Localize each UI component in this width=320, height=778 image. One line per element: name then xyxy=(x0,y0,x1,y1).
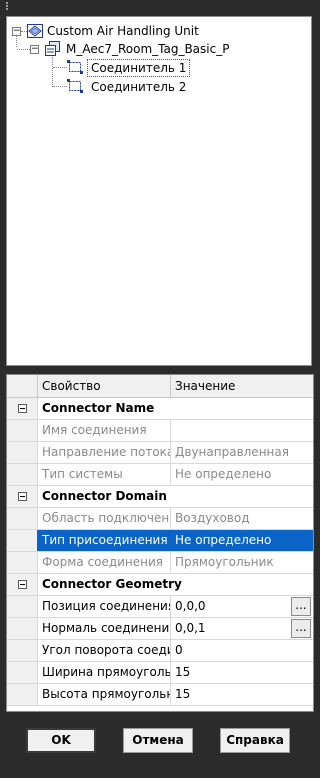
property-row[interactable]: Позиция соединения 0,0,0 ... xyxy=(7,596,313,618)
property-row[interactable]: Область подключения Воздуховод xyxy=(7,508,313,530)
property-row[interactable]: Имя соединения xyxy=(7,420,313,442)
rotation-angle-value[interactable]: 0 xyxy=(171,640,313,661)
collapse-category-icon[interactable] xyxy=(18,404,27,413)
category-connector-name[interactable]: Connector Name xyxy=(7,398,313,420)
property-grid[interactable]: Свойство Значение Connector Name Имя сое… xyxy=(6,374,314,712)
property-row[interactable]: Высота прямоугольн... 15 xyxy=(7,684,313,706)
category-connector-domain[interactable]: Connector Domain xyxy=(7,486,313,508)
tree-child-label[interactable]: M_Aec7_Room_Tag_Basic_P xyxy=(66,41,229,57)
property-row[interactable]: Угол поворота соеди... 0 xyxy=(7,640,313,662)
connector-icon xyxy=(67,60,83,74)
family-symbol-icon xyxy=(45,41,60,56)
property-row[interactable]: Направление потока Двунаправленная xyxy=(7,442,313,464)
column-header-property[interactable]: Свойство xyxy=(37,375,171,397)
edit-position-button[interactable]: ... xyxy=(291,597,311,616)
rectangle-height-value[interactable]: 15 xyxy=(171,684,313,705)
tree-collapse-toggle-child[interactable]: − xyxy=(30,45,39,54)
component-tree[interactable]: − Custom Air Handling Unit − M_Aec7_Room… xyxy=(6,16,312,366)
category-connector-geometry[interactable]: Connector Geometry xyxy=(7,574,313,596)
panel-grip[interactable] xyxy=(6,2,9,10)
column-header-value[interactable]: Значение xyxy=(171,375,313,397)
connection-type-value[interactable]: Не определено xyxy=(171,530,313,551)
edit-normal-button[interactable]: ... xyxy=(291,619,311,638)
property-row[interactable]: Форма соединения Прямоугольник xyxy=(7,552,313,574)
rectangle-width-value[interactable]: 15 xyxy=(171,662,313,683)
air-handling-unit-icon xyxy=(27,24,43,38)
property-row-selected[interactable]: Тип присоединения Не определено xyxy=(7,530,313,552)
ok-button[interactable]: OK xyxy=(26,728,96,753)
property-row[interactable]: Нормаль соединения 0,0,1 ... xyxy=(7,618,313,640)
property-grid-header: Свойство Значение xyxy=(7,375,313,398)
property-row[interactable]: Ширина прямоуголь... 15 xyxy=(7,662,313,684)
property-row[interactable]: Тип системы Не определено xyxy=(7,464,313,486)
collapse-category-icon[interactable] xyxy=(18,580,27,589)
tree-collapse-toggle-root[interactable]: − xyxy=(12,27,21,36)
tree-root-label[interactable]: Custom Air Handling Unit xyxy=(47,23,199,39)
help-button[interactable]: Справка xyxy=(220,728,290,753)
collapse-category-icon[interactable] xyxy=(18,492,27,501)
tree-item-connector-1[interactable]: Соединитель 1 xyxy=(87,59,191,77)
tree-item-connector-2[interactable]: Соединитель 2 xyxy=(91,79,186,95)
cancel-button[interactable]: Отмена xyxy=(123,728,193,753)
connector-icon xyxy=(67,79,83,93)
